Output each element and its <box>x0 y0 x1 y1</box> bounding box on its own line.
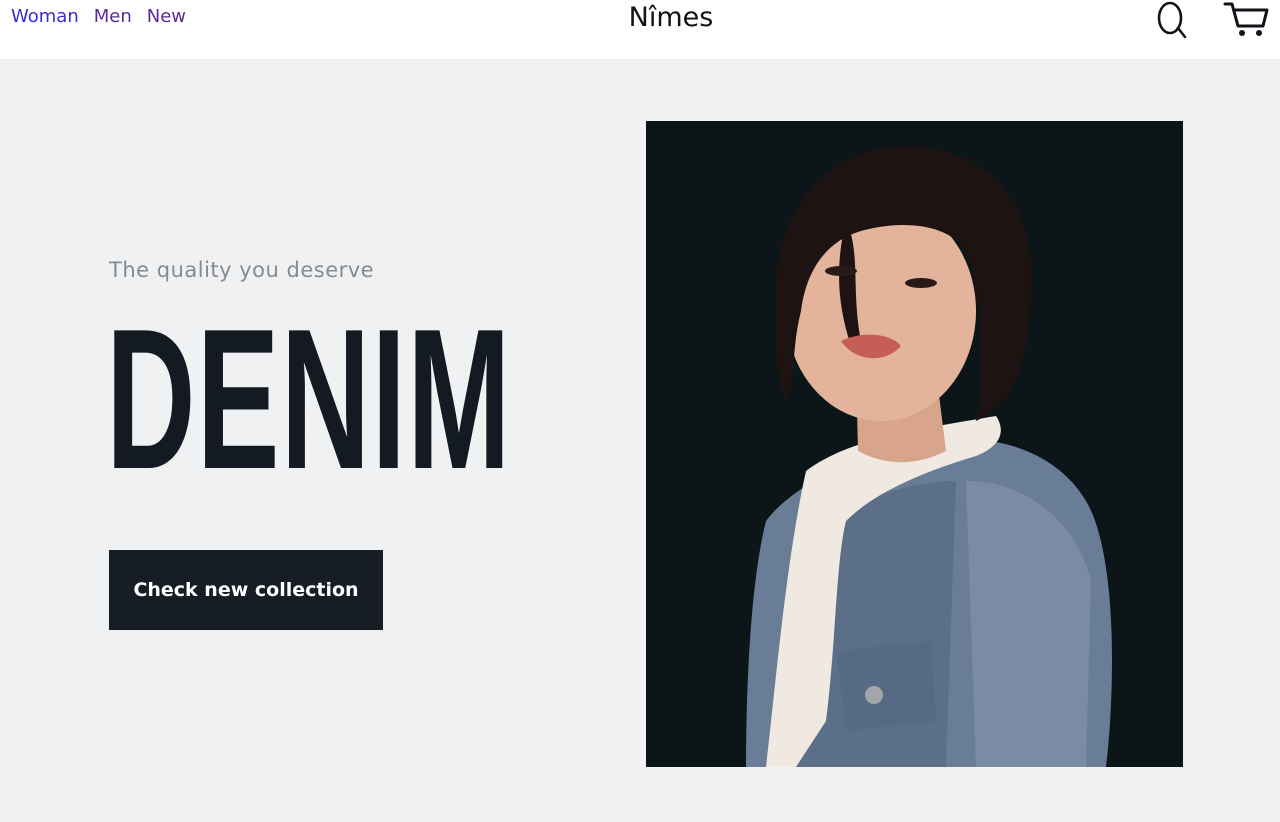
hero-image <box>646 121 1183 767</box>
check-collection-button[interactable]: Check new collection <box>109 550 383 630</box>
model-illustration <box>646 121 1183 767</box>
search-icon <box>1157 1 1187 39</box>
search-button[interactable] <box>1154 0 1190 40</box>
hero-subtitle: The quality you deserve <box>109 258 375 282</box>
site-header: Woman Men New Nîmes <box>0 0 1280 59</box>
brand-logo[interactable]: Nîmes <box>0 2 1280 33</box>
hero-title: DENIM <box>106 288 512 511</box>
cart-icon <box>1223 2 1269 36</box>
cart-button[interactable] <box>1222 0 1270 40</box>
